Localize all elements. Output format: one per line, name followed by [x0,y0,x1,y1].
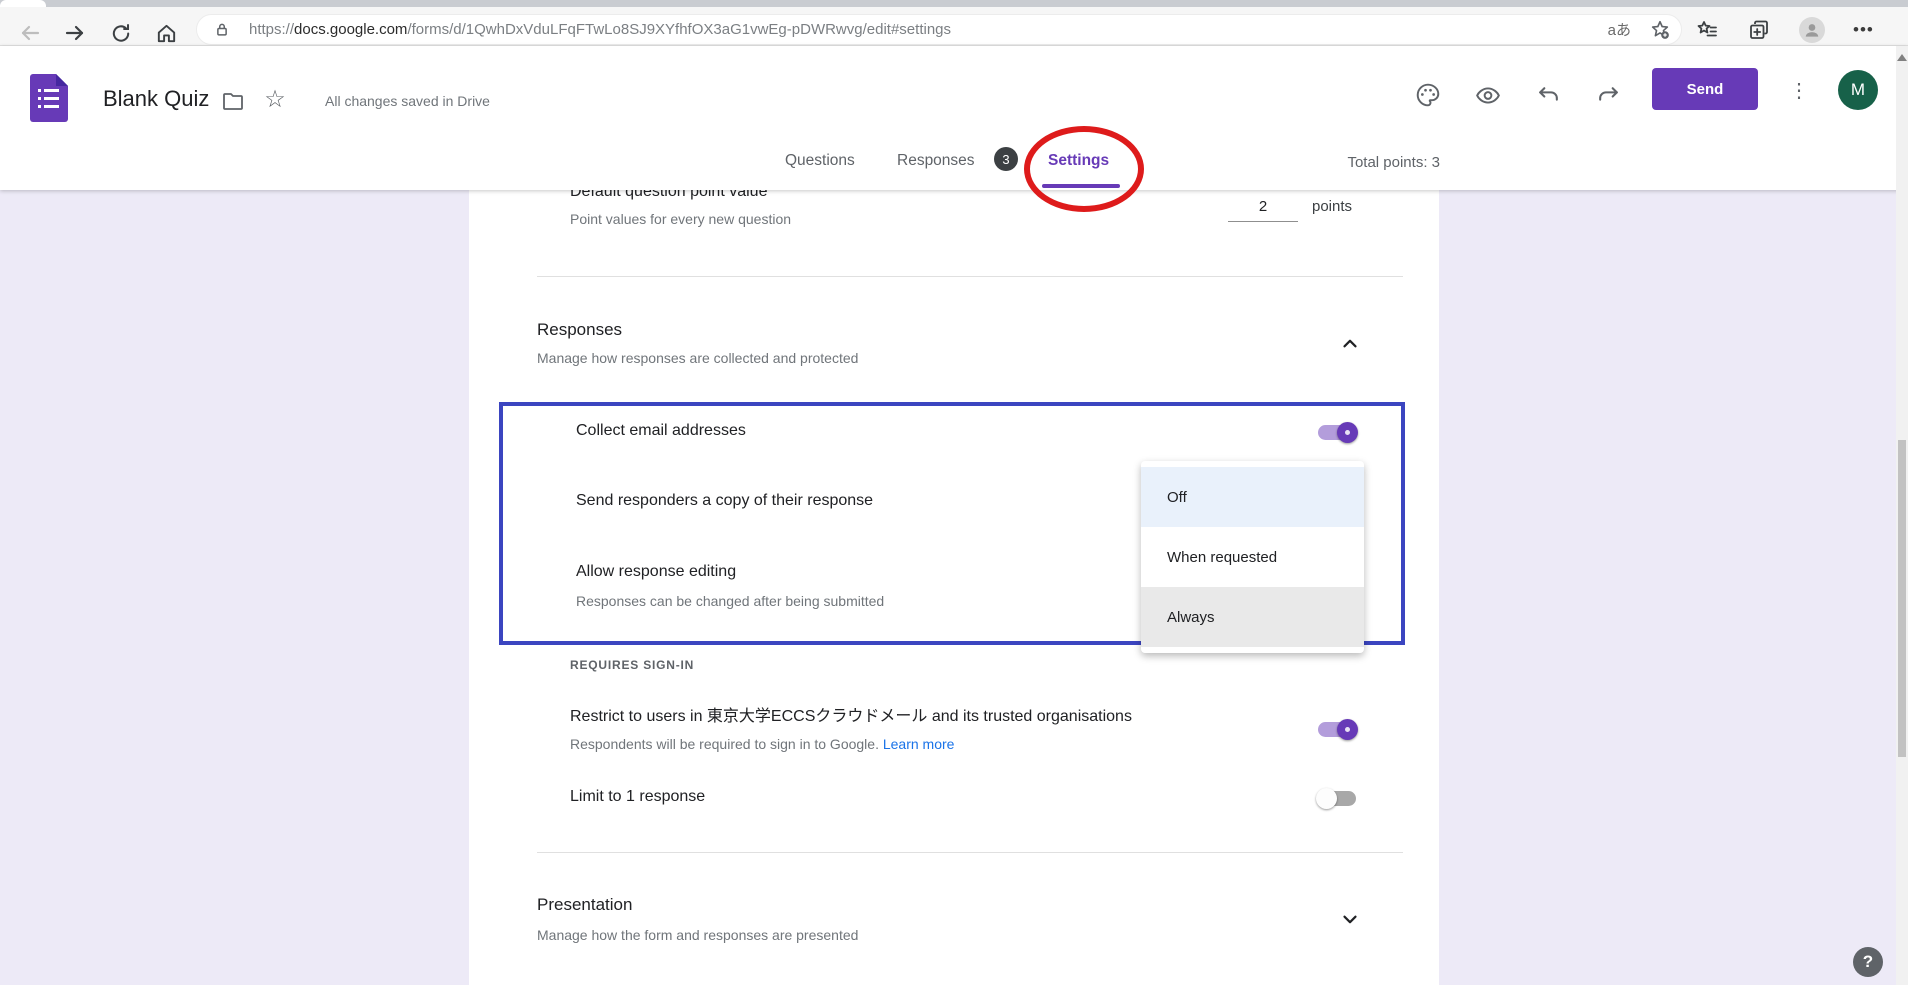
preview-eye-icon[interactable] [1475,82,1501,108]
address-bar[interactable]: https://docs.google.com/forms/d/1QwhDxVd… [196,14,1682,45]
points-unit-label: points [1312,198,1352,215]
more-options-icon[interactable]: ⋮ [1788,78,1810,103]
dropdown-option-when-requested[interactable]: When requested [1141,527,1364,587]
tab-questions[interactable]: Questions [785,152,855,170]
google-forms-logo[interactable] [30,74,68,122]
forward-icon[interactable] [62,20,88,46]
total-points-label: Total points: 3 [1240,154,1440,171]
requires-signin-header: REQUIRES SIGN-IN [570,658,694,672]
restrict-users-label: Restrict to users in 東京大学ECCSクラウドメール and… [570,702,1132,726]
default-points-subtitle: Point values for every new question [570,211,791,227]
favorites-bar-icon[interactable] [1695,18,1719,42]
theme-palette-icon[interactable] [1415,82,1441,108]
lock-icon [209,17,235,43]
limit-response-toggle[interactable] [1318,791,1356,806]
url-domain: docs.google.com [294,21,407,38]
browser-toolbar: https://docs.google.com/forms/d/1QwhDxVd… [0,7,1908,46]
responses-section-title: Responses [537,320,622,340]
restrict-users-subtitle: Respondents will be required to sign in … [570,736,954,752]
url-path: /forms/d/1QwhDxVduLFqFTwLo8SJ9XYfhfOX3aG… [407,21,951,38]
collapse-chevron-up-icon[interactable] [1337,331,1363,357]
url-scheme: https:// [249,21,294,38]
presentation-section-title: Presentation [537,895,632,915]
divider [537,852,1403,853]
account-avatar[interactable]: M [1838,70,1878,110]
limit-response-label: Limit to 1 response [570,788,705,806]
help-button[interactable]: ? [1853,947,1883,977]
learn-more-link[interactable]: Learn more [883,736,955,752]
refresh-icon[interactable] [108,20,134,46]
dropdown-option-always[interactable]: Always [1141,587,1364,647]
dropdown-option-off[interactable]: Off [1141,467,1364,527]
collections-icon[interactable] [1747,18,1771,42]
points-value-input[interactable]: 2 [1228,198,1298,222]
restrict-users-toggle[interactable] [1318,722,1356,737]
scrollbar[interactable] [1896,46,1908,985]
move-folder-icon[interactable] [220,88,246,114]
tab-responses[interactable]: Responses [897,152,975,170]
star-icon[interactable]: ☆ [262,87,288,113]
expand-chevron-down-icon[interactable] [1337,906,1363,932]
url-text: https://docs.google.com/forms/d/1QwhDxVd… [249,21,951,38]
browser-tab-strip [0,0,1908,7]
send-copy-dropdown-menu: Off When requested Always [1141,461,1364,653]
forms-header: Blank Quiz ☆ All changes saved in Drive … [0,46,1908,190]
back-icon[interactable] [17,20,43,46]
presentation-section-subtitle: Manage how the form and responses are pr… [537,927,858,943]
home-icon[interactable] [153,20,179,46]
save-status[interactable]: All changes saved in Drive [325,93,490,109]
browser-profile-icon[interactable] [1799,17,1825,43]
document-title[interactable]: Blank Quiz [103,86,209,112]
responses-section-subtitle: Manage how responses are collected and p… [537,350,858,366]
scrollbar-up-arrow[interactable] [1897,54,1907,61]
browser-active-tab[interactable] [0,0,46,7]
divider [537,276,1403,277]
scrollbar-thumb[interactable] [1898,440,1906,757]
send-button[interactable]: Send [1652,68,1758,110]
responses-count-badge: 3 [994,147,1018,171]
browser-menu-icon[interactable]: ••• [1853,20,1874,40]
add-favorite-icon[interactable] [1649,19,1671,41]
translate-icon[interactable]: aあ [1608,19,1631,40]
redo-icon[interactable] [1595,82,1621,108]
undo-icon[interactable] [1535,82,1561,108]
annotation-red-circle [1024,126,1144,212]
